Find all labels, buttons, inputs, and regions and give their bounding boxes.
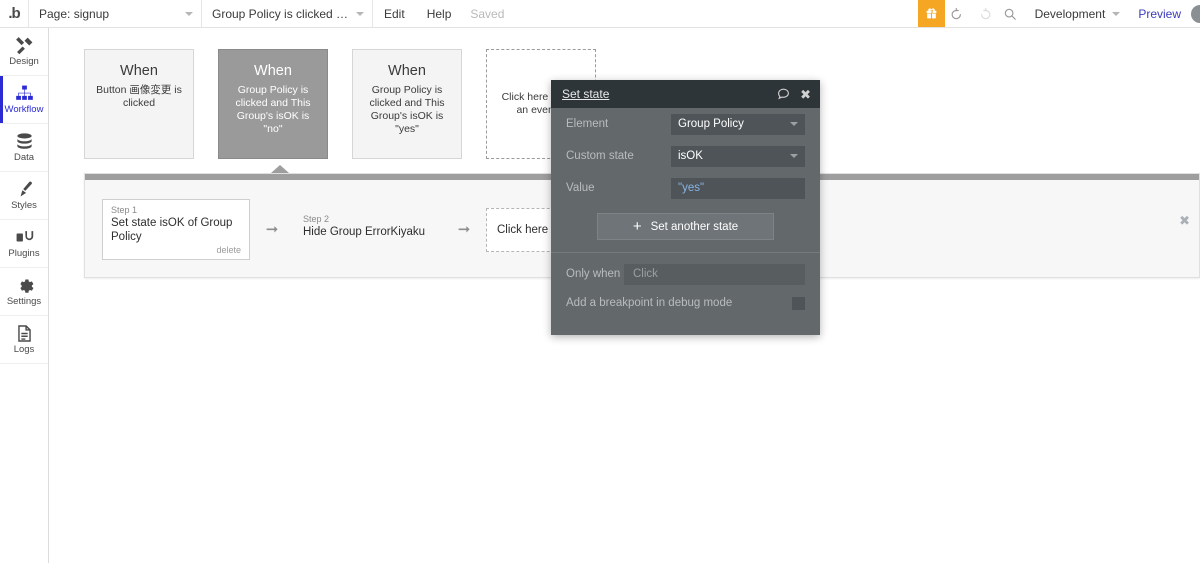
only-when-label: Only when [566,268,621,280]
sidebar-item-label: Design [9,56,39,67]
sidebar-item-label: Settings [6,296,42,307]
event-card-description: Group Policy is clicked and This Group's… [369,84,445,135]
custom-state-dropdown-value: isOK [678,150,703,162]
set-another-state-label: Set another state [650,220,739,233]
value-row: Value "yes" [551,172,820,204]
custom-state-label: Custom state [566,150,634,162]
top-toolbar: .b Page: signup Group Policy is clicked … [0,0,1200,28]
set-another-wrapper: + Set another state [551,213,820,240]
event-card-selected[interactable]: When Group Policy is clicked and This Gr… [218,49,328,159]
sidebar-item-styles[interactable]: Styles [0,172,48,220]
plus-icon: + [632,218,642,235]
sidebar-item-data[interactable]: Data [0,124,48,172]
set-another-state-button[interactable]: + Set another state [597,213,774,240]
edit-menu[interactable]: Edit [373,0,416,27]
search-icon[interactable] [997,0,1023,27]
chevron-down-icon [185,11,193,16]
workflow-selector[interactable]: Group Policy is clicked and This ... [202,0,372,27]
breakpoint-label: Add a breakpoint in debug mode [566,297,733,309]
step-title: Set state isOK of Group Policy [111,217,233,243]
arrow-right-icon: ➞ [457,221,471,238]
value-input[interactable]: "yes" [671,177,805,199]
event-card-description: Button 画像変更 is clicked [96,84,182,109]
sidebar-item-design[interactable]: Design [0,28,48,76]
workflow-icon [15,84,34,103]
element-dropdown[interactable]: Group Policy [671,113,805,135]
page-selector[interactable]: Page: signup [29,0,201,27]
event-card[interactable]: When Group Policy is clicked and This Gr… [352,49,462,159]
comment-bubble-icon[interactable] [777,87,790,102]
styles-brush-icon [15,180,34,199]
version-selector[interactable]: Development [1023,0,1129,27]
sidebar-item-plugins[interactable]: Plugins [0,220,48,268]
saved-status: Saved [470,6,505,21]
sidebar-item-label: Styles [11,200,37,211]
workflow-step[interactable]: Step 2 Hide Group ErrorKiyaku [294,208,442,252]
left-sidebar: Design Workflow Data Styles Plugins Sett… [0,28,56,563]
step-number: Step 2 [303,213,330,224]
dialog-title: Set state [562,87,610,101]
sidebar-item-logs[interactable]: Logs [0,316,48,364]
sidebar-item-label: Plugins [8,248,40,259]
custom-state-dropdown[interactable]: isOK [671,145,805,167]
set-state-dialog: Set state ✖ Element Group Policy Custom … [551,80,820,335]
dialog-header: Set state ✖ [551,80,820,108]
workflow-canvas: When Button 画像変更 is clicked When Group P… [49,28,1200,563]
redo-icon[interactable] [971,0,997,27]
close-icon[interactable]: ✖ [800,88,811,101]
chevron-down-icon [790,154,798,158]
sidebar-item-label: Data [13,152,35,163]
event-cards-row: When Button 画像変更 is clicked When Group P… [84,49,596,159]
bubble-logo-icon[interactable]: .b [0,0,28,27]
value-label: Value [566,182,595,194]
breakpoint-checkbox[interactable] [792,296,805,310]
only-when-row: Only when Click [551,258,820,290]
arrow-right-icon: ➞ [265,221,279,238]
event-card[interactable]: When Button 画像変更 is clicked [84,49,194,159]
workflow-selector-label: Group Policy is clicked and This ... [212,6,350,21]
design-icon [15,36,34,55]
sidebar-item-label: Workflow [4,104,44,115]
breakpoint-row: Add a breakpoint in debug mode [551,290,820,316]
step-delete-link[interactable]: delete [111,244,241,256]
sidebar-item-settings[interactable]: Settings [0,268,48,316]
only-when-input[interactable]: Click [624,263,805,285]
data-icon [15,132,34,151]
sidebar-item-label: Logs [13,344,35,355]
event-card-when: When [388,63,426,79]
avatar[interactable] [1191,4,1200,23]
help-menu[interactable]: Help [416,0,463,27]
plugins-icon [15,228,34,247]
sidebar-item-workflow[interactable]: Workflow [0,76,48,124]
element-row: Element Group Policy [551,108,820,140]
version-selector-label: Development [1034,6,1106,21]
preview-button[interactable]: Preview [1128,0,1191,27]
event-card-when: When [120,63,158,79]
chevron-down-icon [790,122,798,126]
chevron-down-icon [1112,11,1121,16]
selected-card-pointer-icon [271,165,289,173]
step-number: Step 1 [111,205,138,215]
event-card-description: Group Policy is clicked and This Group's… [235,84,311,135]
step-title: Hide Group ErrorKiyaku [303,225,426,238]
element-label: Element [566,118,609,130]
chevron-down-icon [356,11,364,16]
event-card-when: When [254,63,292,79]
workflow-step[interactable]: Step 1 Set state isOK of Group Policy de… [102,199,250,260]
divider [551,252,820,253]
gift-icon[interactable] [917,0,945,27]
logs-document-icon [15,324,34,343]
element-dropdown-value: Group Policy [678,118,744,130]
undo-icon[interactable] [945,0,971,27]
gear-icon [15,276,34,295]
custom-state-row: Custom state isOK [551,140,820,172]
page-selector-label: Page: signup [39,6,110,21]
close-icon[interactable]: ✖ [1179,214,1190,227]
